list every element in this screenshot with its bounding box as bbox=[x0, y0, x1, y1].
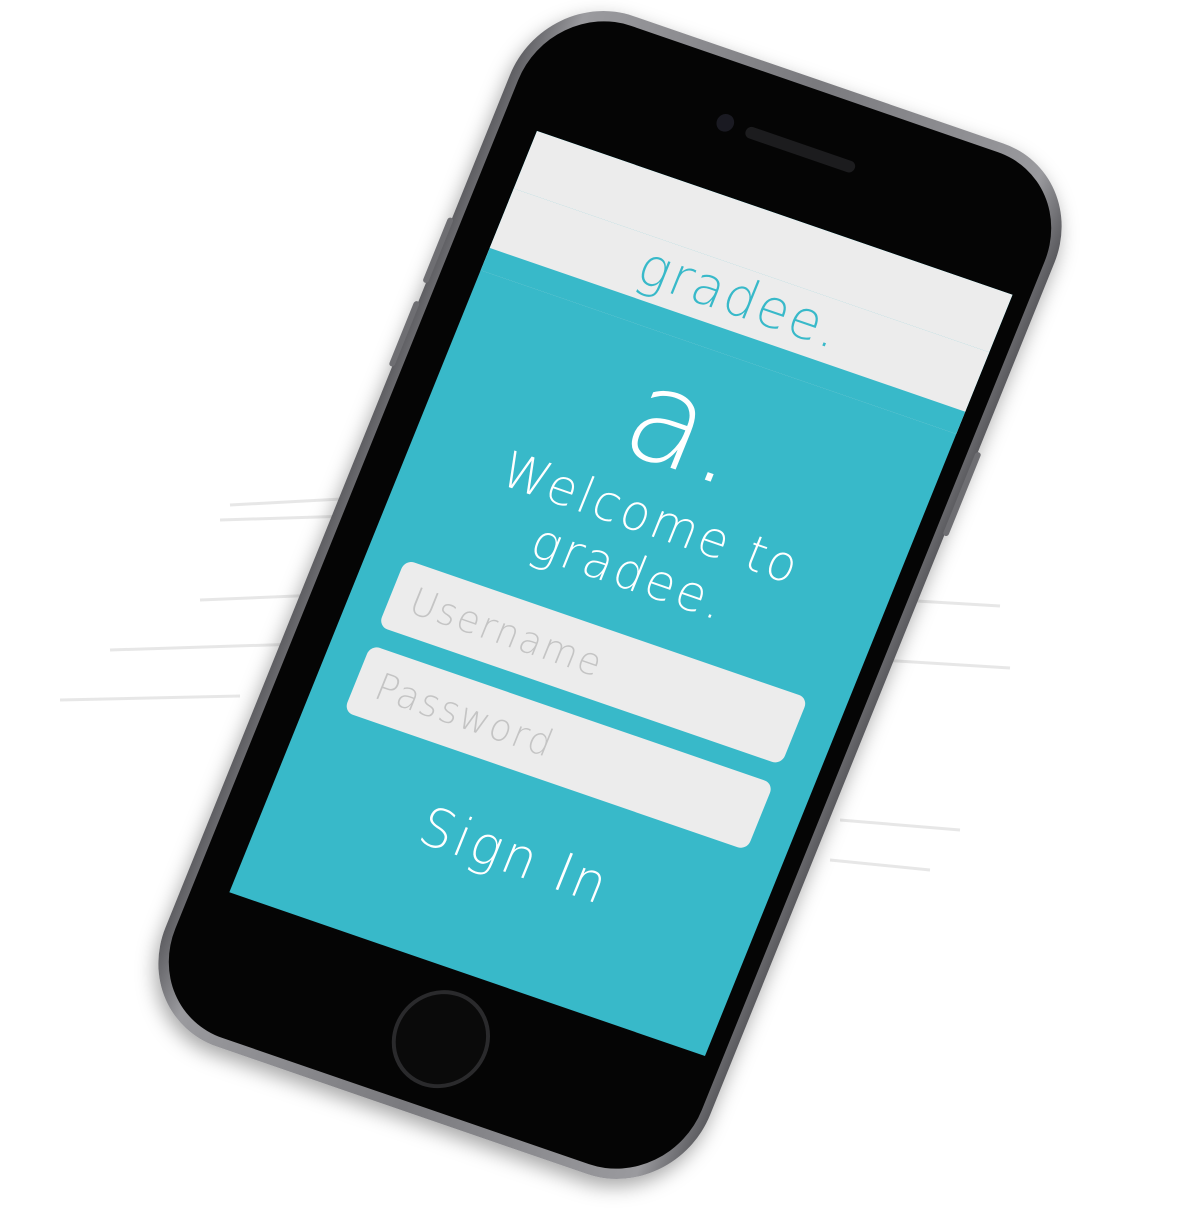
home-button-icon[interactable] bbox=[376, 977, 506, 1102]
speaker-icon bbox=[743, 125, 857, 175]
camera-icon bbox=[713, 111, 737, 134]
scene: gradee. a. Welcome to gradee. Sign In bbox=[0, 0, 1188, 1220]
